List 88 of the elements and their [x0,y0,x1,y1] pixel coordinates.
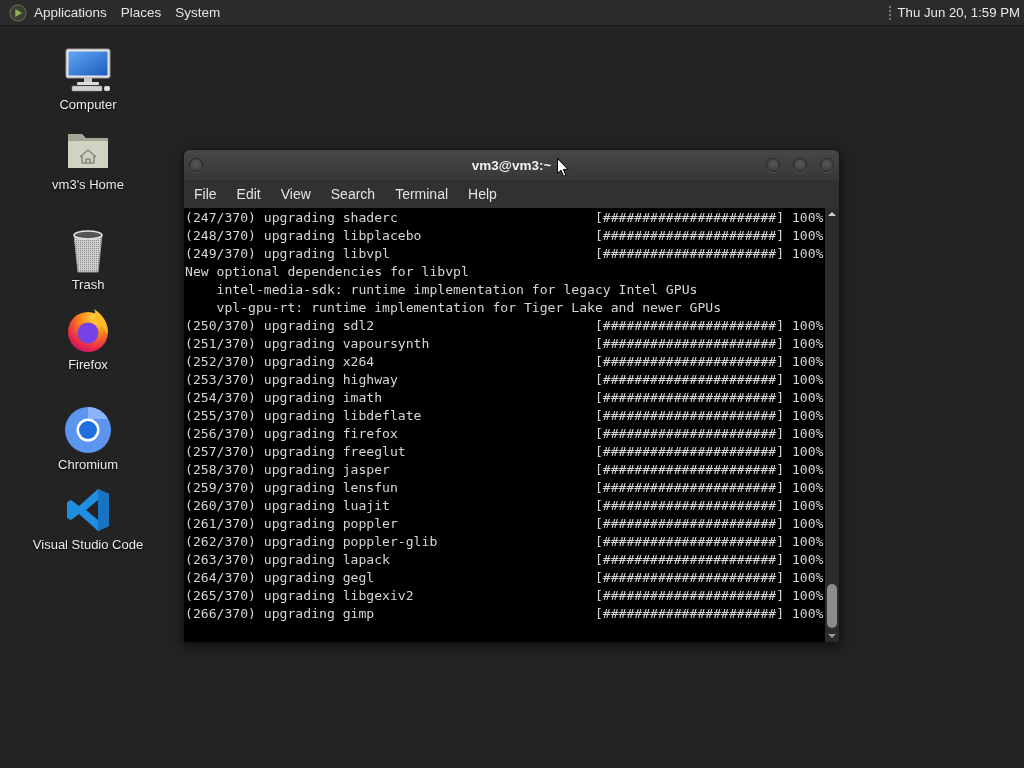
percent-text: 100% [791,587,824,605]
terminal-line: (258/370) upgrading jasper [185,461,390,479]
scrollbar[interactable] [825,208,839,642]
desktop-icon-label[interactable]: Visual Studio Code [32,536,144,554]
mouse-pointer-icon [557,158,569,177]
hash-progress-text: [######################] [594,335,785,353]
menu-item[interactable]: View [270,183,321,205]
terminal-line: (252/370) upgrading x264 [185,353,375,371]
desktop-icon-label[interactable]: Firefox [68,356,108,374]
hash-progress-text: [######################] [594,533,785,551]
grip-handle-icon[interactable] [887,4,892,21]
percent-text: 100% [791,317,824,335]
terminal-line: (253/370) upgrading highway [185,371,398,389]
terminal-line: (262/370) upgrading poppler-glib [185,533,438,551]
panel-menu[interactable]: System [168,2,228,23]
percent-text: 100% [791,443,824,461]
hash-progress-text: [######################] [594,407,785,425]
menu-item[interactable]: Search [320,183,386,205]
terminal-line: (247/370) upgrading shaderc [185,209,398,227]
terminal-line: intel-media-sdk: runtime implementation for legacy Intel GPUs [216,282,698,297]
terminal-line: (260/370) upgrading luajit [185,497,390,515]
panel-menu[interactable]: Places [113,2,169,23]
terminal-line: (265/370) upgrading libgexiv2 [185,587,414,605]
percent-text: 100% [791,569,824,587]
percent-text: 100% [791,335,824,353]
percent-text: 100% [791,371,824,389]
play-logo-icon[interactable] [9,3,27,22]
terminal-line: (250/370) upgrading sdl2 [185,317,375,335]
terminal-line: (264/370) upgrading gegl [185,569,375,587]
hash-progress-text: [######################] [594,245,785,263]
terminal-line: (256/370) upgrading firefox [185,425,398,443]
hash-progress-text: [######################] [594,353,785,371]
terminal-line: (257/370) upgrading freeglut [185,443,406,461]
scrollbar-thumb[interactable] [827,584,837,628]
percent-text: 100% [791,353,824,371]
hash-progress-text: [######################] [594,461,785,479]
terminal-line: (259/370) upgrading lensfun [185,479,398,497]
hash-progress-text: [######################] [594,569,785,587]
hash-progress-text: [######################] [594,587,785,605]
menu-item[interactable]: Edit [226,183,271,205]
hash-progress-text: [######################] [594,497,785,515]
percent-text: 100% [791,515,824,533]
hash-progress-text: [######################] [594,209,785,227]
percent-text: 100% [791,227,824,245]
terminal-line: (266/370) upgrading gimp [185,605,375,623]
terminal-line: (249/370) upgrading libvpl [185,245,390,263]
percent-text: 100% [791,425,824,443]
percent-text: 100% [791,245,824,263]
desktop-icon-label[interactable]: Computer [59,96,117,114]
menu-item[interactable]: Terminal [385,183,459,205]
window-title: vm3@vm3:~ [471,156,552,174]
percent-text: 100% [791,389,824,407]
percent-text: 100% [791,551,824,569]
terminal-line: (263/370) upgrading lapack [185,551,390,569]
terminal-line: (254/370) upgrading imath [185,389,383,407]
percent-text: 100% [791,461,824,479]
desktop-icon-label[interactable]: Trash [71,276,105,294]
hash-progress-text: [######################] [594,425,785,443]
panel-menu[interactable]: Applications [27,2,114,23]
desktop-icon-label[interactable]: vm3's Home [52,176,124,194]
clock-text[interactable]: Thu Jun 20, 1:59 PM [897,4,1020,21]
hash-progress-text: [######################] [594,443,785,461]
terminal-line: vpl-gpu-rt: runtime implementation for Tiger Lake and newer GPUs [216,300,722,315]
desktop-icon-label[interactable]: Chromium [58,456,118,474]
chromium-logo-icon[interactable] [64,406,112,454]
hash-progress-text: [######################] [594,479,785,497]
menu-item[interactable]: Help [458,183,507,205]
hash-progress-text: [######################] [594,515,785,533]
hash-progress-text: [######################] [594,551,785,569]
vscode-logo-icon[interactable] [64,486,112,534]
percent-text: 100% [791,479,824,497]
terminal-line: (255/370) upgrading libdeflate [185,407,422,425]
hash-progress-text: [######################] [594,371,785,389]
hash-progress-text: [######################] [594,605,785,623]
terminal-line: (248/370) upgrading libplacebo [185,227,422,245]
terminal-line: (251/370) upgrading vapoursynth [185,335,430,353]
terminal-line: New optional dependencies for libvpl [185,264,469,279]
percent-text: 100% [791,497,824,515]
hash-progress-text: [######################] [594,389,785,407]
percent-text: 100% [791,209,824,227]
percent-text: 100% [791,407,824,425]
menu-item[interactable]: File [184,183,227,205]
hash-progress-text: [######################] [594,317,785,335]
computer-icon[interactable] [64,46,112,94]
percent-text: 100% [791,605,824,623]
hash-progress-text: [######################] [594,227,785,245]
terminal-line: (261/370) upgrading poppler [185,515,398,533]
percent-text: 100% [791,533,824,551]
